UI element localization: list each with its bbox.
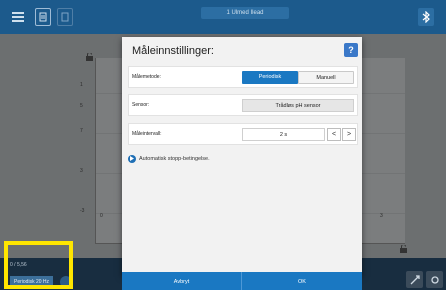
interval-increment-button[interactable]: > [342,128,356,141]
help-button[interactable]: ? [344,43,358,57]
y-tick-label: 5 [80,103,83,109]
y-tick-label: -3 [80,208,85,214]
x-tick-label: 3 [380,213,383,219]
bluetooth-icon[interactable] [418,8,434,26]
manual-option[interactable]: Manuell [298,71,354,84]
ok-button[interactable]: OK [242,272,362,290]
measure-method-label: Målemetode: [132,74,161,80]
settings-icon[interactable] [426,271,443,288]
interval-label: Måleintervall: [132,131,162,137]
measurement-settings-dialog: Måleinnstillinger: ? Målemetode: Periodi… [122,37,362,290]
rate-readout[interactable]: 0 / 5,56 [10,262,27,268]
top-toolbar: 1 Ulmed Ilead [0,0,446,34]
file-icon[interactable] [35,8,51,26]
app-window: 1 Ulmed Ilead 1 5 7 3 -3 0 1 3 0 / 5,56 … [0,0,446,290]
dialog-action-bar: Avbryt OK [122,272,362,290]
tools-icon[interactable] [406,271,423,288]
dialog-title: Måleinnstillinger: [132,45,214,57]
file-title[interactable]: 1 Ulmed Ilead [201,7,289,19]
menu-icon[interactable] [10,8,26,26]
interval-value[interactable]: 2 s [242,128,325,141]
record-button[interactable] [60,276,72,288]
y-tick-label: 3 [80,168,83,174]
cancel-button[interactable]: Avbryt [122,272,242,290]
export-icon[interactable] [57,8,73,26]
lock-icon[interactable] [86,48,93,61]
periodic-option[interactable]: Periodisk [242,71,298,84]
interval-row: Måleintervall: 2 s < > [128,123,358,145]
mode-button[interactable]: Periodisk 20 Hz [10,276,54,288]
x-tick-label: 0 [100,213,103,219]
sensor-select[interactable]: Trådløs pH sensor [242,99,354,112]
expand-icon [128,154,136,163]
y-tick-label: 1 [80,82,83,88]
y-tick-label: 7 [80,128,83,134]
measure-method-row: Målemetode: Periodisk Manuell [128,66,358,88]
sensor-label: Sensor: [132,102,150,108]
sensor-row: Sensor: Trådløs pH sensor [128,94,358,116]
interval-decrement-button[interactable]: < [327,128,341,141]
auto-stop-toggle[interactable]: Automatisk stopp-betingelse. [128,153,210,164]
auto-stop-label: Automatisk stopp-betingelse. [139,155,210,162]
